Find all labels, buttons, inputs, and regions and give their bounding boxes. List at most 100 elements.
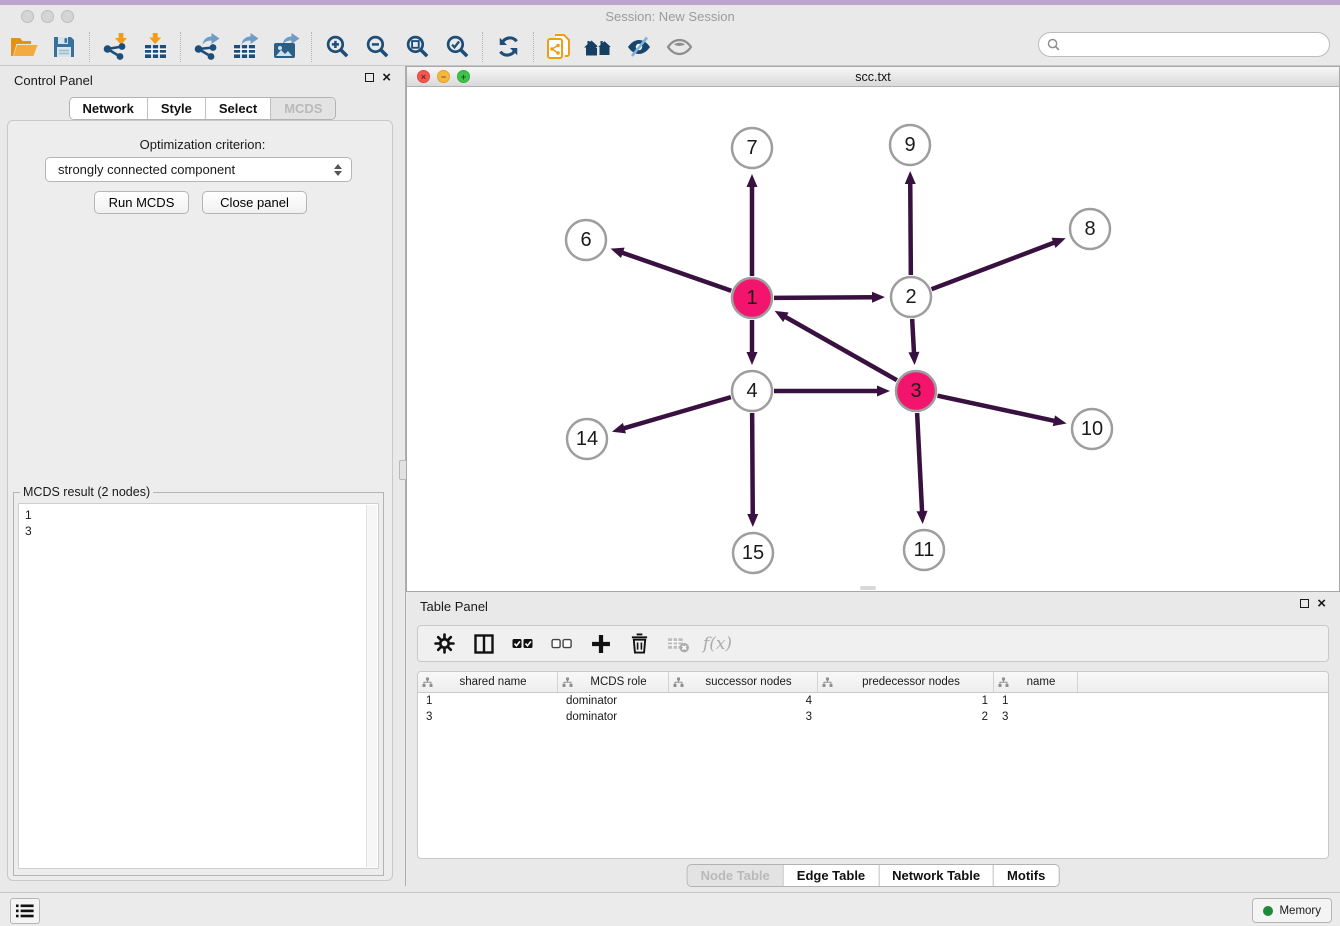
control-tab-network[interactable]: Network [70,98,147,119]
home-view-button[interactable] [579,30,619,64]
unchecked-boxes-icon [550,634,573,653]
import-table-button[interactable] [135,30,175,64]
deselect-all-button[interactable] [543,629,580,659]
graph-node-14[interactable]: 14 [567,419,607,459]
graph-edge-1-4[interactable] [747,320,758,365]
table-cell-successor-nodes[interactable]: 4 [669,695,818,707]
edge-arrowhead [1053,415,1067,426]
graph-edge-4-3[interactable] [774,386,890,397]
import-network-button[interactable] [95,30,135,64]
toggle-graphics-details-button[interactable] [619,30,659,64]
save-session-button[interactable] [44,30,84,64]
toolbar-separator [533,32,534,62]
graph-node-2[interactable]: 2 [891,277,931,317]
mcds-result-area[interactable]: 1 3 [18,503,379,869]
search-input[interactable] [1065,38,1321,52]
graph-edge-2-9[interactable] [905,171,916,275]
show-column-button[interactable] [465,629,502,659]
table-cell-predecessor-nodes[interactable]: 2 [818,711,994,723]
graph-node-6[interactable]: 6 [566,220,606,260]
table-cell-shared-name[interactable]: 3 [418,711,558,723]
zoom-fit-button[interactable] [397,30,437,64]
node-table: shared nameMCDS rolesuccessor nodesprede… [417,671,1329,859]
network-resize-grip[interactable] [860,586,876,590]
graph-canvas[interactable]: 7 9 6 8 1 2 4 3 14 10 15 11 [407,87,1339,591]
graph-node-3[interactable]: 3 [896,371,936,411]
graph-node-10[interactable]: 10 [1072,409,1112,449]
import-table-icon [143,33,168,60]
mcds-result-scrollbar[interactable] [366,505,377,867]
memory-button[interactable]: Memory [1252,898,1332,923]
table-cell-shared-name[interactable]: 1 [418,695,558,707]
graph-node-11[interactable]: 11 [904,530,944,570]
select-all-button[interactable] [504,629,541,659]
close-panel-icon[interactable]: × [382,72,391,83]
table-cell-mcds-role[interactable]: dominator [558,711,669,723]
graph-edge-4-15[interactable] [747,413,758,527]
run-mcds-button[interactable]: Run MCDS [94,191,189,214]
graph-edge-4-14[interactable] [612,397,731,433]
graph-edge-3-1[interactable] [775,311,897,380]
network-window-titlebar[interactable]: × − + scc.txt [407,67,1339,87]
float-panel-icon[interactable] [1300,599,1309,608]
column-header-predecessor-nodes[interactable]: predecessor nodes [818,672,994,692]
show-hide-preview-button[interactable] [659,30,699,64]
delete-table-button[interactable] [660,629,697,659]
export-image-button[interactable] [266,30,306,64]
column-header-shared-name[interactable]: shared name [418,672,558,692]
export-network-button[interactable] [186,30,226,64]
home-icon [584,36,614,58]
close-panel-button[interactable]: Close panel [202,191,307,214]
graph-node-1[interactable]: 1 [732,278,772,318]
clone-network-button[interactable] [539,30,579,64]
table-tab-node-table[interactable]: Node Table [688,865,783,886]
sort-hierarchy-icon [822,677,833,688]
graph-edge-1-2[interactable] [774,292,885,303]
graph-edge-3-11[interactable] [917,413,928,524]
zoom-selected-icon [445,34,470,59]
graph-edge-1-6[interactable] [611,248,732,291]
graph-edge-2-8[interactable] [932,238,1066,289]
export-table-button[interactable] [226,30,266,64]
column-header-successor-nodes[interactable]: successor nodes [669,672,818,692]
close-panel-icon[interactable]: × [1317,598,1326,609]
function-builder-button[interactable]: f(x) [699,629,736,659]
table-tab-motifs[interactable]: Motifs [993,865,1058,886]
open-session-button[interactable] [4,30,44,64]
table-cell-predecessor-nodes[interactable]: 1 [818,695,994,707]
table-settings-button[interactable] [426,629,463,659]
zoom-selected-button[interactable] [437,30,477,64]
graph-node-7[interactable]: 7 [732,128,772,168]
graph-edge-2-3[interactable] [908,319,919,365]
graph-node-8[interactable]: 8 [1070,209,1110,249]
table-cell-name[interactable]: 3 [994,711,1078,723]
control-tab-select[interactable]: Select [205,98,270,119]
refresh-view-button[interactable] [488,30,528,64]
edge-arrowhead [747,514,758,527]
plus-icon [591,634,611,654]
control-tab-mcds[interactable]: MCDS [270,98,335,119]
sort-hierarchy-icon [998,677,1009,688]
table-tab-network-table[interactable]: Network Table [878,865,993,886]
table-cell-mcds-role[interactable]: dominator [558,695,669,707]
add-row-button[interactable] [582,629,619,659]
graph-node-4[interactable]: 4 [732,371,772,411]
column-header-name[interactable]: name [994,672,1078,692]
table-tab-edge-table[interactable]: Edge Table [783,865,878,886]
column-header-mcds-role[interactable]: MCDS role [558,672,669,692]
graph-edge-1-7[interactable] [747,174,758,276]
optimization-criterion-dropdown[interactable]: strongly connected component [45,157,352,182]
graph-edge-3-10[interactable] [938,396,1067,427]
zoom-out-button[interactable] [357,30,397,64]
table-cell-successor-nodes[interactable]: 3 [669,711,818,723]
graph-node-15[interactable]: 15 [733,533,773,573]
delete-row-button[interactable] [621,629,658,659]
control-tab-style[interactable]: Style [147,98,205,119]
float-panel-icon[interactable] [365,73,374,82]
task-history-button[interactable] [10,898,40,924]
table-row[interactable]: 3dominator323 [418,709,1328,725]
graph-node-9[interactable]: 9 [890,125,930,165]
table-cell-name[interactable]: 1 [994,695,1078,707]
zoom-in-button[interactable] [317,30,357,64]
table-row[interactable]: 1dominator411 [418,693,1328,709]
